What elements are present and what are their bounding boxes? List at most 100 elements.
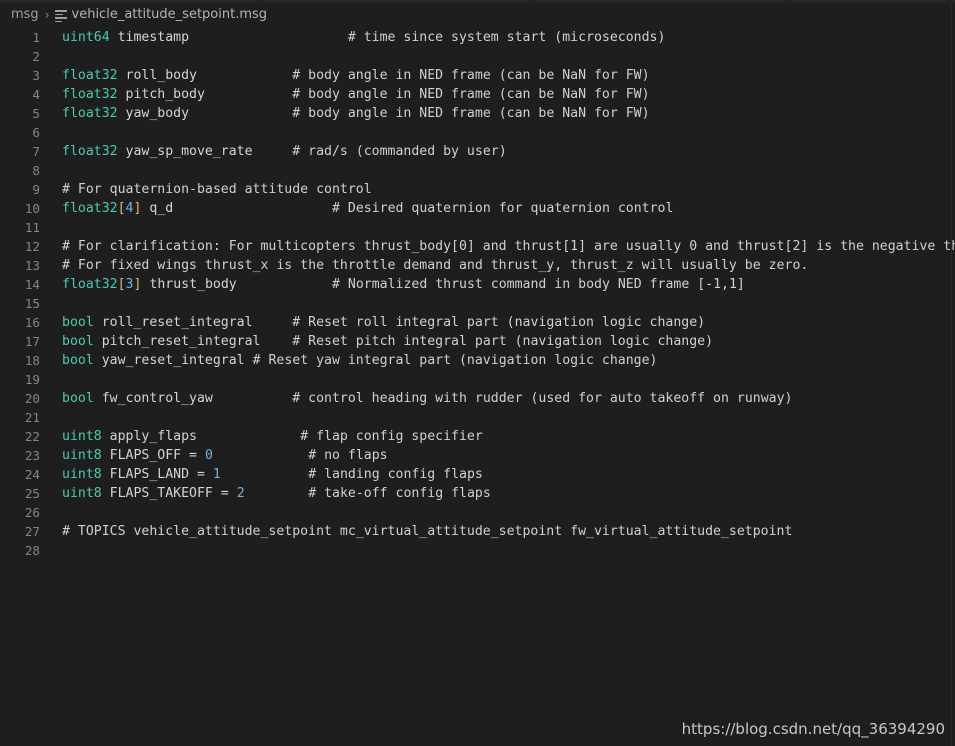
- code-token: # landing config flaps: [308, 467, 483, 482]
- code-token: =: [220, 486, 229, 501]
- chevron-right-icon: ›: [44, 7, 50, 22]
- line-content[interactable]: bool fw_control_yaw # control heading wi…: [40, 389, 792, 408]
- line-content[interactable]: [40, 218, 62, 237]
- code-token: thrust_body: [141, 277, 237, 292]
- line-content[interactable]: [40, 123, 62, 142]
- line-content[interactable]: uint8 FLAPS_TAKEOFF = 2 # take-off confi…: [40, 484, 491, 503]
- line-content[interactable]: [40, 408, 62, 427]
- code-line[interactable]: 8: [0, 161, 955, 180]
- code-line[interactable]: 9 # For quaternion-based attitude control: [0, 180, 955, 199]
- line-number: 2: [32, 49, 40, 64]
- line-content[interactable]: float32[3] thrust_body # Normalized thru…: [40, 275, 745, 294]
- code-token: 1: [212, 467, 221, 482]
- code-line[interactable]: 10 float32[4] q_d # Desired quaternion fo…: [0, 199, 955, 218]
- line-content[interactable]: bool pitch_reset_integral # Reset pitch …: [40, 332, 713, 351]
- code-token: # Reset yaw integral part (navigation lo…: [252, 353, 658, 368]
- code-token: # For quaternion-based attitude control: [62, 182, 372, 197]
- code-line[interactable]: 13 # For fixed wings thrust_x is the thro…: [0, 256, 955, 275]
- line-content[interactable]: # For clarification: For multicopters th…: [40, 237, 955, 256]
- code-token: yaw_reset_integral: [93, 353, 253, 368]
- code-line[interactable]: 5 float32 yaw_body # body angle in NED fr…: [0, 104, 955, 123]
- code-line[interactable]: 3 float32 roll_body # body angle in NED f…: [0, 66, 955, 85]
- line-content[interactable]: bool roll_reset_integral # Reset roll in…: [40, 313, 705, 332]
- code-line[interactable]: 27 # TOPICS vehicle_attitude_setpoint mc_…: [0, 522, 955, 541]
- code-line[interactable]: 18 bool yaw_reset_integral # Reset yaw in…: [0, 351, 955, 370]
- line-content[interactable]: float32[4] q_d # Desired quaternion for …: [40, 199, 673, 218]
- line-number: 27: [24, 524, 40, 539]
- code-token: roll_body: [117, 68, 197, 83]
- code-line[interactable]: 26: [0, 503, 955, 522]
- code-token: # Reset roll integral part (navigation l…: [292, 315, 706, 330]
- line-number: 28: [24, 543, 40, 558]
- code-content[interactable]: 1 uint64 timestamp # time since system st…: [0, 26, 955, 560]
- code-token: pitch_reset_integral: [93, 334, 261, 349]
- code-line[interactable]: 1 uint64 timestamp # time since system st…: [0, 28, 955, 47]
- code-line[interactable]: 20 bool fw_control_yaw # control heading …: [0, 389, 955, 408]
- line-content[interactable]: # For fixed wings thrust_x is the thrott…: [40, 256, 808, 275]
- code-line[interactable]: 4 float32 pitch_body # body angle in NED …: [0, 85, 955, 104]
- line-content[interactable]: [40, 503, 62, 522]
- line-content[interactable]: float32 yaw_body # body angle in NED fra…: [40, 104, 650, 123]
- code-token: [: [117, 277, 126, 292]
- code-line[interactable]: 15: [0, 294, 955, 313]
- code-line[interactable]: 2: [0, 47, 955, 66]
- code-token: float32: [62, 277, 118, 292]
- code-line[interactable]: 7 float32 yaw_sp_move_rate # rad/s (comma…: [0, 142, 955, 161]
- code-line[interactable]: 12 # For clarification: For multicopters …: [0, 237, 955, 256]
- line-content[interactable]: bool yaw_reset_integral # Reset yaw inte…: [40, 351, 657, 370]
- breadcrumb-item-file[interactable]: vehicle_attitude_setpoint.msg: [72, 7, 268, 22]
- code-line[interactable]: 25 uint8 FLAPS_TAKEOFF = 2 # take-off con…: [0, 484, 955, 503]
- code-line[interactable]: 19: [0, 370, 955, 389]
- code-token: [: [117, 201, 126, 216]
- line-content[interactable]: uint64 timestamp # time since system sta…: [40, 28, 665, 47]
- code-token: # Reset pitch integral part (navigation …: [292, 334, 714, 349]
- code-token: yaw_body: [117, 106, 190, 121]
- line-content[interactable]: # TOPICS vehicle_attitude_setpoint mc_vi…: [40, 522, 792, 541]
- code-line[interactable]: 22 uint8 apply_flaps # flap config specif…: [0, 427, 955, 446]
- line-content[interactable]: # For quaternion-based attitude control: [40, 180, 372, 199]
- code-token: uint8: [62, 448, 102, 463]
- line-content[interactable]: [40, 370, 62, 389]
- line-content[interactable]: float32 yaw_sp_move_rate # rad/s (comman…: [40, 142, 507, 161]
- code-line[interactable]: 28: [0, 541, 955, 560]
- line-content[interactable]: float32 pitch_body # body angle in NED f…: [40, 85, 650, 104]
- line-content[interactable]: uint8 apply_flaps # flap config specifie…: [40, 427, 483, 446]
- code-token: # body angle in NED frame (can be NaN fo…: [292, 87, 650, 102]
- code-token: FLAPS_OFF: [101, 448, 190, 463]
- code-line[interactable]: 23 uint8 FLAPS_OFF = 0 # no flaps: [0, 446, 955, 465]
- code-token: FLAPS_LAND: [101, 467, 197, 482]
- line-content[interactable]: [40, 541, 62, 560]
- code-token: uint64: [62, 30, 110, 45]
- line-content[interactable]: uint8 FLAPS_LAND = 1 # landing config fl…: [40, 465, 483, 484]
- code-token: # TOPICS vehicle_attitude_setpoint mc_vi…: [62, 524, 793, 539]
- line-content[interactable]: float32 roll_body # body angle in NED fr…: [40, 66, 650, 85]
- code-line[interactable]: 11: [0, 218, 955, 237]
- code-editor[interactable]: 1 uint64 timestamp # time since system st…: [0, 26, 955, 746]
- code-token: # no flaps: [308, 448, 388, 463]
- line-content[interactable]: uint8 FLAPS_OFF = 0 # no flaps: [40, 446, 388, 465]
- code-line[interactable]: 6: [0, 123, 955, 142]
- line-content[interactable]: [40, 47, 62, 66]
- code-line[interactable]: 14 float32[3] thrust_body # Normalized th…: [0, 275, 955, 294]
- line-content[interactable]: [40, 161, 62, 180]
- breadcrumb[interactable]: msg › vehicle_attitude_setpoint.msg: [0, 3, 955, 26]
- line-number: 18: [24, 353, 40, 368]
- line-content[interactable]: [40, 294, 62, 313]
- code-token: # For fixed wings thrust_x is the thrott…: [62, 258, 809, 273]
- code-line[interactable]: 24 uint8 FLAPS_LAND = 1 # landing config …: [0, 465, 955, 484]
- code-token: # control heading with rudder (used for …: [292, 391, 793, 406]
- code-token: uint8: [62, 467, 102, 482]
- code-line[interactable]: 16 bool roll_reset_integral # Reset roll …: [0, 313, 955, 332]
- line-number: 1: [32, 30, 40, 45]
- code-line[interactable]: 21: [0, 408, 955, 427]
- breadcrumb-item-folder[interactable]: msg: [11, 7, 39, 22]
- code-line[interactable]: 17 bool pitch_reset_integral # Reset pitc…: [0, 332, 955, 351]
